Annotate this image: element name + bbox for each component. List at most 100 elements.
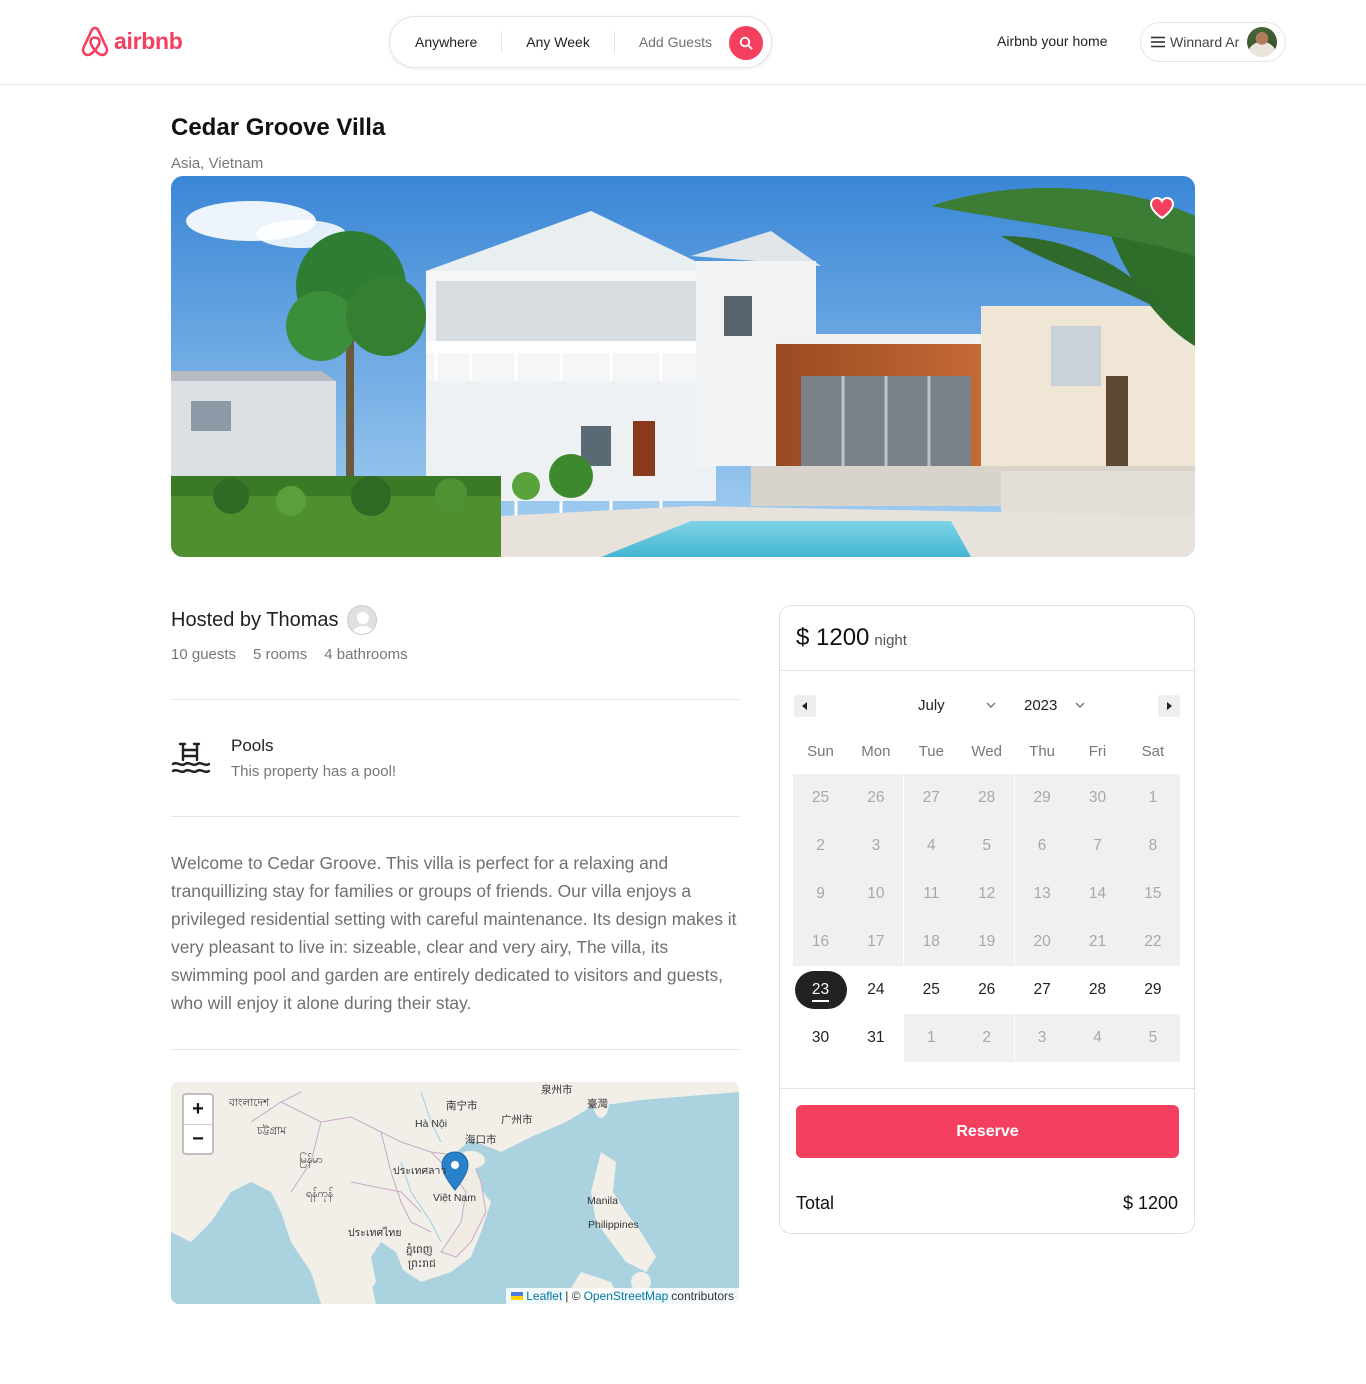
calendar-day: 5	[1125, 1014, 1181, 1062]
amenity-title: Pools	[231, 736, 274, 755]
next-month-button[interactable]	[1158, 695, 1180, 717]
calendar-day: 3	[848, 822, 904, 870]
calendar-day-number: 18	[922, 933, 940, 950]
calendar-day: 5	[959, 822, 1015, 870]
weekday-header: Thu	[1029, 743, 1056, 760]
calendar-day-number: 31	[867, 1029, 885, 1046]
calendar-day: 6	[1014, 822, 1070, 870]
calendar-day[interactable]: 24	[848, 966, 904, 1014]
calendar-day-number: 8	[1148, 837, 1158, 854]
ukraine-flag-icon	[511, 1292, 524, 1300]
calendar-day: 2	[793, 822, 848, 870]
calendar-day-number: 27	[922, 789, 940, 806]
zoom-in-button[interactable]: +	[184, 1095, 212, 1124]
map-label: Philippines	[588, 1219, 639, 1231]
navbar: airbnb Anywhere Any Week Add Guests Airb…	[0, 0, 1366, 85]
calendar-day-number: 2	[982, 1029, 991, 1046]
map-label: ရန်ကုန်	[306, 1188, 334, 1200]
zoom-out-button[interactable]: −	[184, 1124, 212, 1153]
calendar-day-number: 30	[811, 1029, 830, 1046]
leaflet-link[interactable]: Leaflet	[526, 1289, 562, 1303]
year-select[interactable]: 2023	[1024, 697, 1057, 714]
calendar-day-number: 28	[978, 789, 996, 806]
map-label: বাংলাদেশ	[229, 1097, 270, 1109]
prev-month-button[interactable]	[794, 695, 816, 717]
map-zoom-control: + −	[182, 1093, 214, 1155]
search-week[interactable]: Any Week	[502, 34, 614, 50]
hosted-by-text: Hosted by Thomas	[171, 608, 339, 631]
map-label: Việt Nam	[433, 1192, 476, 1204]
chevron-down-icon	[1075, 702, 1085, 708]
calendar-day[interactable]: 26	[959, 966, 1015, 1014]
month-select[interactable]: July	[918, 697, 945, 714]
location-map[interactable]: বাংলাদেশ চট্টগ্রাম 南宁市 Hà Nội 广州市 泉州市 臺灣…	[171, 1082, 739, 1304]
calendar-day-number: 1	[926, 1029, 936, 1046]
calendar-day-number: 17	[867, 933, 885, 950]
calendar-day: 20	[1014, 918, 1070, 966]
calendar-day-selected[interactable]: 23	[793, 966, 848, 1014]
listing-location: Asia, Vietnam	[171, 155, 264, 172]
caret-left-icon	[802, 702, 807, 710]
booking-card: $ 1200 night July 2023 Sun Mon Tue Wed Thu Fr…	[779, 605, 1195, 1234]
calendar-day[interactable]: 27	[1014, 966, 1070, 1014]
chevron-down-icon	[986, 702, 996, 708]
amenity-description: This property has a pool!	[231, 763, 397, 780]
weekday-header: Wed	[971, 743, 1002, 760]
calendar-day-number: 4	[1093, 1029, 1102, 1046]
airbnb-your-home-link[interactable]: Airbnb your home	[997, 33, 1108, 49]
calendar-day-number: 25	[811, 789, 830, 806]
search-icon	[739, 36, 753, 50]
openstreetmap-link[interactable]: OpenStreetMap	[584, 1289, 669, 1303]
calendar-day: 1	[1125, 774, 1181, 822]
divider	[171, 1049, 739, 1050]
calendar-day: 13	[1014, 870, 1070, 918]
calendar-day: 3	[1014, 1014, 1070, 1062]
calendar-day: 14	[1070, 870, 1125, 918]
divider	[780, 1088, 1194, 1089]
calendar-day-number: 10	[867, 885, 885, 902]
calendar-day[interactable]: 30	[793, 1014, 848, 1062]
listing-photo	[171, 176, 1195, 557]
host-avatar	[346, 605, 377, 635]
calendar-day: 26	[848, 774, 904, 822]
map-label: 广州市	[501, 1114, 533, 1126]
search-bar[interactable]: Anywhere Any Week Add Guests	[389, 16, 772, 68]
reserve-button[interactable]: Reserve	[796, 1105, 1179, 1158]
calendar-day: 4	[1070, 1014, 1125, 1062]
logo-text: airbnb	[114, 28, 183, 54]
calendar-day-number: 5	[1148, 1029, 1158, 1046]
search-button[interactable]	[729, 26, 763, 60]
map-label: 泉州市	[541, 1084, 573, 1096]
user-name: Winnard Ar	[1170, 34, 1240, 50]
airbnb-logo-icon	[81, 26, 109, 57]
calendar-day-number: 16	[811, 933, 830, 950]
user-menu-button[interactable]: Winnard Ar	[1140, 22, 1286, 62]
calendar-day-number: 7	[1093, 837, 1102, 854]
calendar-day: 28	[959, 774, 1015, 822]
calendar-day: 11	[903, 870, 959, 918]
map-label: ព្រះរាជ	[408, 1258, 436, 1270]
weekday-header: Mon	[861, 743, 891, 760]
calendar-day-number: 26	[978, 981, 996, 998]
calendar-day-number: 9	[816, 885, 825, 902]
map-label: ភ្នំពេញ	[406, 1244, 433, 1256]
search-guests[interactable]: Add Guests	[615, 34, 736, 50]
calendar-day[interactable]: 28	[1070, 966, 1125, 1014]
calendar-day[interactable]: 25	[903, 966, 959, 1014]
map-label: চট্টগ্রাম	[257, 1125, 287, 1137]
calendar-day: 16	[793, 918, 848, 966]
attribution-separator: | ©	[565, 1289, 581, 1303]
calendar-day: 29	[1014, 774, 1070, 822]
airbnb-logo[interactable]: airbnb	[80, 25, 183, 58]
bathrooms-count: 4 bathrooms	[324, 646, 408, 663]
search-location[interactable]: Anywhere	[390, 34, 501, 50]
calendar-day: 19	[959, 918, 1015, 966]
calendar-day-number: 24	[867, 981, 885, 998]
calendar-day[interactable]: 29	[1125, 966, 1181, 1014]
map-label: 臺灣	[587, 1098, 608, 1110]
favorite-heart-icon[interactable]	[1149, 196, 1175, 220]
calendar-day: 1	[903, 1014, 959, 1062]
calendar-day-number: 26	[867, 789, 885, 806]
calendar-day[interactable]: 31	[848, 1014, 904, 1062]
calendar-day: 4	[903, 822, 959, 870]
